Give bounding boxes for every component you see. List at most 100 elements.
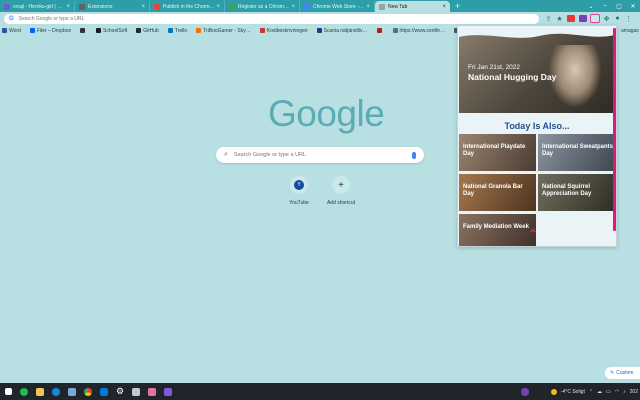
photos-icon[interactable] [130, 386, 142, 398]
ntp-search-input[interactable] [233, 152, 412, 158]
extension-red-icon[interactable] [567, 15, 575, 22]
tab-publish-webstore[interactable]: Publish in the Chrome Web Store - × [150, 1, 225, 12]
omnibox-input[interactable] [18, 15, 534, 22]
new-tab-plus-icon[interactable]: + [450, 1, 465, 12]
shortcut-tile: + [332, 176, 350, 194]
bookmark-item[interactable] [376, 28, 384, 33]
tab-title: Chrome Web Store - antal för ut… [313, 3, 364, 10]
bookmark-item[interactable]: TriBooGamer - Sky… [196, 28, 251, 34]
edge-icon[interactable] [50, 386, 62, 398]
bookmark-favicon-icon [392, 28, 398, 33]
store-icon[interactable] [66, 386, 78, 398]
puzzle-icon[interactable]: ✥ [601, 14, 612, 24]
card-national-squirrel-appreciation-day[interactable]: National Squirrel Appreciation Day [538, 174, 615, 211]
bookmark-item[interactable]: https://www.certife… [392, 28, 445, 34]
bookmark-item[interactable]: Scania nätjänstliv… [316, 27, 368, 34]
star-icon[interactable]: ★ [554, 14, 565, 24]
address-bar[interactable]: G [4, 13, 539, 24]
bookmark-label: GitHub [143, 27, 159, 34]
teams-icon[interactable] [162, 386, 174, 398]
bookmark-favicon-icon [136, 28, 142, 33]
tab-heroku[interactable]: orraji - Heroku-girl | Her… × [0, 1, 75, 12]
close-icon[interactable]: × [366, 4, 370, 10]
popup-scrollbar[interactable] [613, 28, 616, 231]
paint-icon[interactable] [146, 386, 158, 398]
bookmark-favicon-icon [29, 28, 35, 33]
plus-icon: + [338, 179, 344, 191]
scroll-to-top-icon[interactable]: ⌃ [528, 227, 538, 241]
bookmark-label: Trello [174, 27, 188, 34]
weather-text[interactable]: -4°C Soligt [561, 389, 585, 395]
bookmark-item[interactable]: Kostbeskrivningen [259, 28, 308, 34]
tab-webstore[interactable]: Chrome Web Store - antal för ut… × [300, 1, 375, 12]
close-icon[interactable]: × [216, 4, 220, 10]
shortcut-tile: Y [290, 176, 308, 194]
bookmark-favicon-icon [316, 28, 322, 33]
share-icon[interactable]: ⇪ [543, 14, 554, 24]
google-logo: Google [268, 93, 385, 134]
settings-gear-icon[interactable]: ⚙ [114, 386, 126, 398]
card-family-mediation-week[interactable]: Family Mediation Week [459, 214, 536, 246]
wave-decoration [459, 27, 615, 38]
tab-register-webstore[interactable]: Register as a Chrome Web Store - × [225, 1, 300, 12]
extension-popup: Fri Jan 21st, 2022 National Hugging Day … [457, 25, 617, 247]
card-title: Family Mediation Week [463, 224, 529, 230]
ntp-search-box[interactable]: ⌕ [216, 147, 424, 163]
profile-icon[interactable]: ● [612, 14, 623, 24]
weather-sun-icon [550, 388, 557, 395]
hero-banner: Fri Jan 21st, 2022 National Hugging Day [459, 27, 615, 113]
close-icon[interactable]: × [291, 4, 295, 10]
bookmark-item[interactable]: Trello [167, 27, 188, 34]
chrome-icon[interactable] [82, 386, 94, 398]
github-desktop-icon[interactable] [520, 387, 529, 396]
bookmark-item[interactable]: Filer – Dropbox [29, 28, 71, 34]
google-g-icon: G [9, 15, 14, 22]
tab-extensions[interactable]: Extensions × [75, 1, 150, 12]
bookmarks-overflow-label[interactable]: amagas [621, 25, 639, 36]
clock-text[interactable]: 202 [630, 389, 638, 395]
bookmark-label: TriBooGamer - Sky… [203, 27, 251, 34]
maximize-icon[interactable]: ▢ [612, 0, 626, 12]
bookmark-item[interactable]: Word [2, 28, 21, 34]
battery-icon[interactable]: ▭ [606, 389, 611, 395]
customize-label: Custom [616, 370, 634, 376]
onedrive-icon[interactable]: ☁ [597, 389, 602, 395]
card-international-playdate-day[interactable]: International Playdate Day [459, 134, 536, 171]
volume-icon[interactable]: ♪ [623, 389, 626, 395]
windows-start-icon[interactable] [2, 386, 14, 398]
minimize-icon[interactable]: – [598, 0, 612, 12]
bookmark-label: SchoolSoft [103, 27, 128, 34]
hugging-couple-photo [549, 45, 601, 107]
bookmark-label: Scania nätjänstliv… [323, 27, 368, 34]
close-icon[interactable]: × [66, 4, 70, 10]
extension-purple-icon[interactable] [579, 15, 587, 22]
bookmark-item[interactable]: SchoolSoft [96, 28, 127, 34]
card-national-granola-bar-day[interactable]: National Granola Bar Day [459, 174, 536, 211]
puzzle-icon [79, 3, 85, 10]
wifi-icon[interactable]: ◠ [615, 389, 619, 395]
chevron-up-icon[interactable]: ⌃ [589, 389, 593, 395]
close-window-icon[interactable]: ✕ [626, 0, 640, 12]
chevron-down-icon[interactable]: ⌄ [584, 0, 598, 12]
chrome-icon [229, 3, 235, 10]
spotify-icon[interactable] [18, 386, 30, 398]
bookmark-favicon-icon [196, 28, 202, 33]
bookmark-label: Word [9, 27, 21, 34]
file-explorer-icon[interactable] [34, 386, 46, 398]
tab-title: Extensions [88, 3, 113, 10]
card-international-sweatpants-day[interactable]: International Sweatpants Day [538, 134, 615, 171]
active-extension-icon[interactable] [590, 14, 600, 23]
close-icon[interactable]: × [442, 4, 446, 10]
add-shortcut-button[interactable]: + Add shortcut [316, 176, 366, 206]
customize-chrome-button[interactable]: ✎ Custom [605, 367, 640, 379]
tab-new-tab[interactable]: New Tab × [375, 1, 450, 12]
tab-title: Publish in the Chrome Web Store - [163, 3, 214, 10]
microphone-icon[interactable] [412, 151, 416, 159]
bookmark-favicon-icon [259, 28, 265, 33]
bookmark-favicon-icon [376, 28, 382, 33]
close-icon[interactable]: × [141, 4, 145, 10]
bookmark-item[interactable] [80, 28, 87, 33]
vscode-icon[interactable] [98, 386, 110, 398]
menu-kebab-icon[interactable]: ⋮ [623, 14, 634, 24]
bookmark-item[interactable]: GitHub [136, 28, 159, 34]
